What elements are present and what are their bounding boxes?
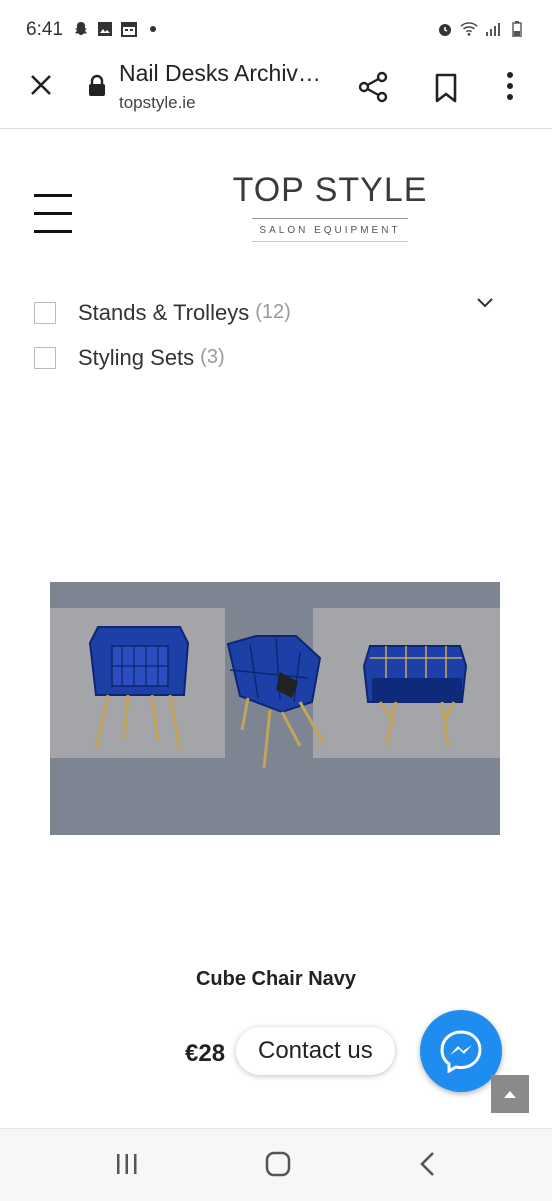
back-button[interactable] xyxy=(418,1151,438,1177)
recents-icon xyxy=(117,1154,137,1174)
gallery-icon xyxy=(96,20,114,38)
back-icon xyxy=(420,1152,434,1176)
filter-checkbox[interactable] xyxy=(34,301,56,324)
logo-divider xyxy=(252,218,408,219)
signal-icon xyxy=(484,20,502,38)
product-name[interactable]: Cube Chair Navy xyxy=(0,968,552,991)
filter-count: (12) xyxy=(255,301,291,323)
wifi-icon xyxy=(460,20,478,38)
bubble-pointer xyxy=(400,1042,410,1060)
notification-dot xyxy=(150,26,156,32)
site-logo[interactable]: TOP STYLE SALON EQUIPMENT xyxy=(230,170,430,250)
share-button[interactable] xyxy=(356,70,390,104)
filter-label: Styling Sets xyxy=(78,344,195,370)
battery-icon xyxy=(508,20,526,38)
expand-chevron-button[interactable] xyxy=(476,296,494,310)
messenger-chat-button[interactable] xyxy=(420,1010,502,1092)
messenger-icon xyxy=(440,1030,482,1073)
home-icon xyxy=(265,1151,291,1177)
chair-photo xyxy=(50,582,500,835)
recents-button[interactable] xyxy=(114,1153,140,1175)
more-vert-icon xyxy=(507,72,513,100)
page-title: Nail Desks Archiv… xyxy=(119,60,321,86)
filter-item-stands-trolleys[interactable]: Stands & Trolleys (12) xyxy=(34,290,514,335)
logo-divider-bottom xyxy=(252,241,408,242)
menu-button[interactable] xyxy=(34,194,74,234)
logo-sub-text: SALON EQUIPMENT xyxy=(259,225,401,236)
alarm-icon xyxy=(436,20,454,38)
bookmark-icon xyxy=(435,73,457,103)
calendar-icon xyxy=(120,20,138,38)
status-icons-right xyxy=(436,20,526,38)
hamburger-icon xyxy=(34,194,72,197)
status-icons-left xyxy=(72,20,156,38)
scroll-to-top-button[interactable] xyxy=(491,1075,529,1113)
lock-icon xyxy=(88,74,106,96)
bookmark-button[interactable] xyxy=(432,72,460,104)
snapchat-icon xyxy=(72,20,90,38)
filter-label: Stands & Trolleys xyxy=(78,299,250,325)
contact-us-bubble[interactable]: Contact us xyxy=(236,1027,395,1075)
category-filter-list: Stands & Trolleys (12) Styling Sets (3) xyxy=(34,290,514,380)
browser-toolbar: Nail Desks Archiv… topstyle.ie xyxy=(0,48,552,129)
close-button[interactable] xyxy=(26,70,56,100)
more-options-button[interactable] xyxy=(500,70,520,104)
share-icon xyxy=(358,71,388,103)
filter-count: (3) xyxy=(200,346,225,368)
close-icon xyxy=(31,75,51,95)
filter-checkbox[interactable] xyxy=(34,346,56,369)
status-time: 6:41 xyxy=(26,19,63,40)
contact-us-label: Contact us xyxy=(258,1037,373,1064)
chevron-down-icon xyxy=(477,298,493,308)
home-button[interactable] xyxy=(265,1151,291,1177)
filter-item-styling-sets[interactable]: Styling Sets (3) xyxy=(34,335,514,380)
system-navigation-bar xyxy=(0,1128,552,1201)
arrow-up-icon xyxy=(504,1091,516,1098)
page-url[interactable]: topstyle.ie xyxy=(119,93,196,113)
product-image[interactable] xyxy=(50,582,500,835)
logo-main-text: TOP STYLE xyxy=(232,171,428,209)
product-price: €28 xyxy=(185,1040,226,1067)
